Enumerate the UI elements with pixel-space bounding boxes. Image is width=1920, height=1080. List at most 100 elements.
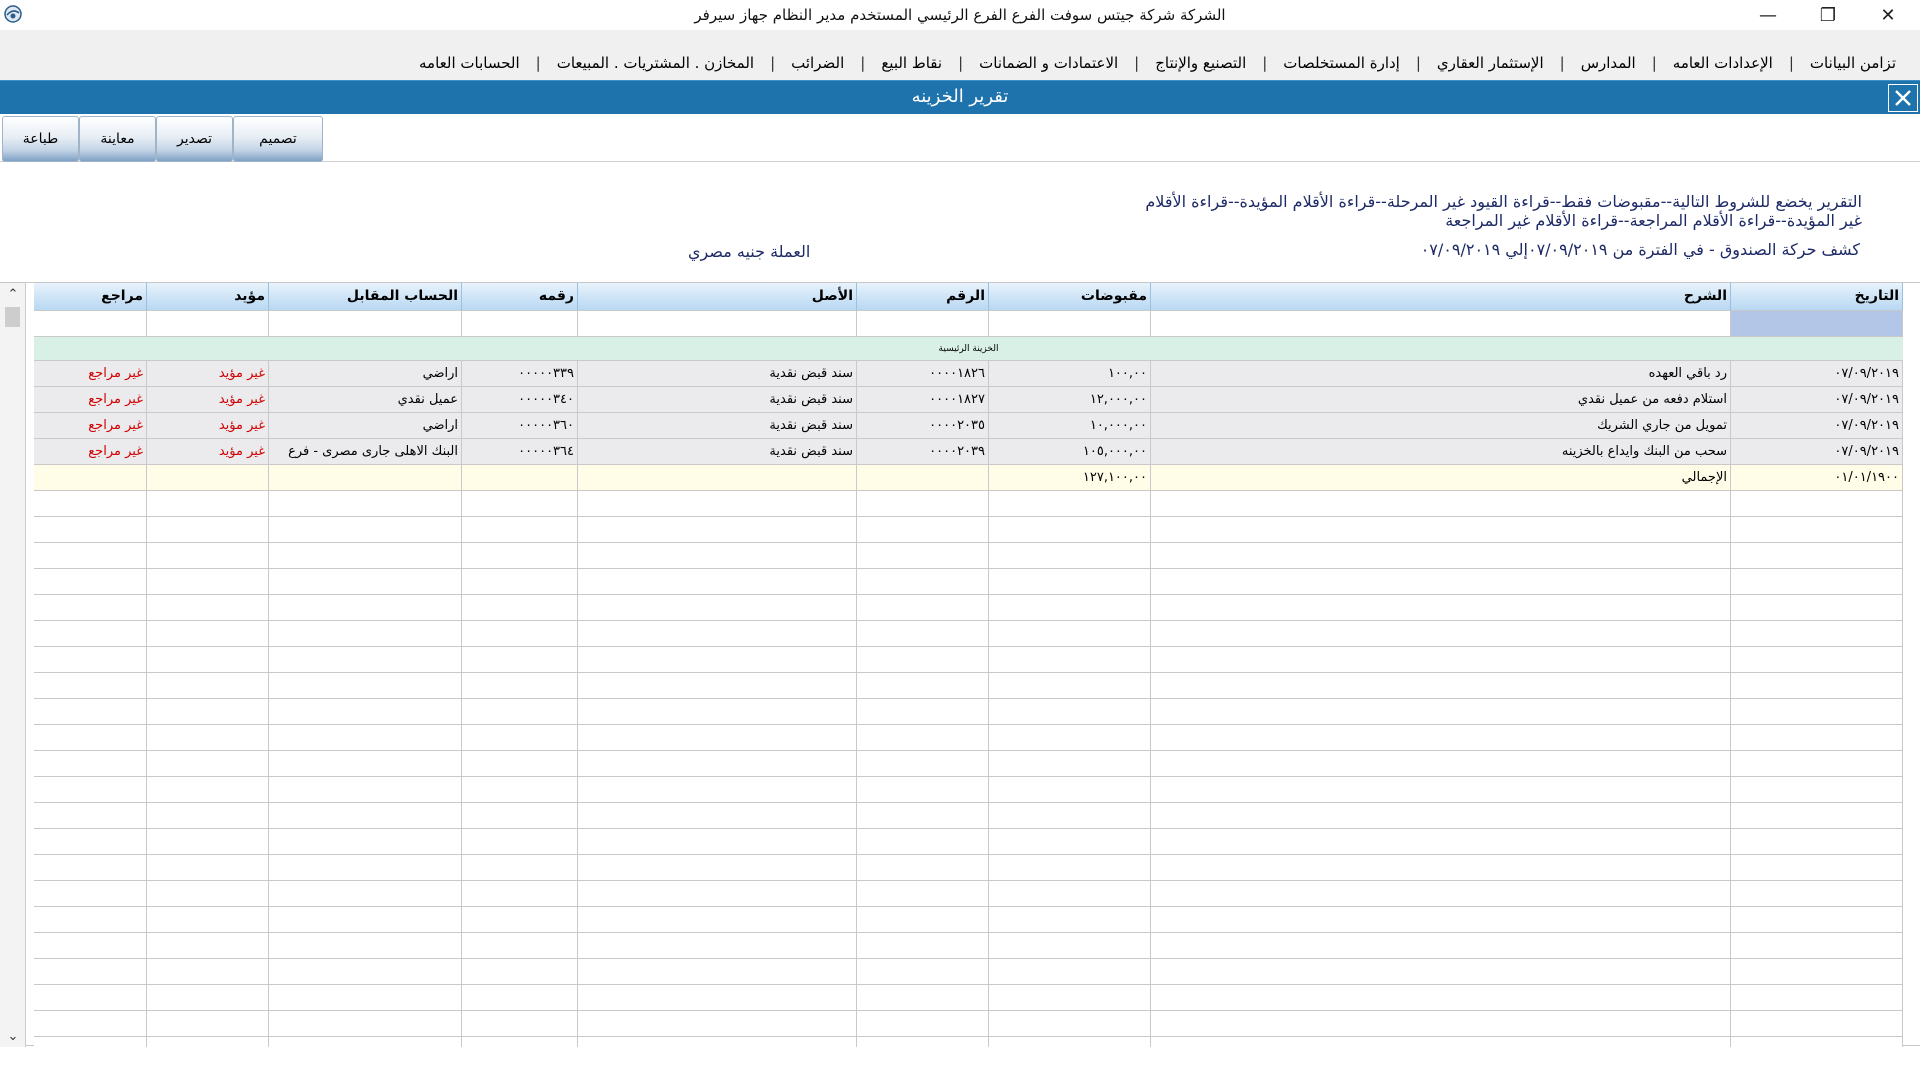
empty-cell: [578, 881, 857, 907]
empty-cell: [147, 517, 269, 543]
filter-cell-reviewed[interactable]: [34, 311, 147, 337]
menu-item-general-settings[interactable]: الإعدادات العامه: [1659, 54, 1787, 72]
empty-row[interactable]: [34, 855, 1903, 881]
table-row[interactable]: غير مراجع غير مؤيد اراضي ٠٠٠٠٠٣٦٠ سند قبض نق…: [34, 413, 1903, 439]
total-cell-counter-account: [269, 465, 462, 491]
empty-cell: [1731, 777, 1903, 803]
empty-row[interactable]: [34, 699, 1903, 725]
cell-reviewed: غير مراجع: [34, 387, 147, 413]
empty-cell: [1731, 881, 1903, 907]
filter-cell-description[interactable]: [1151, 311, 1731, 337]
empty-row[interactable]: [34, 985, 1903, 1011]
minimize-button[interactable]: —: [1740, 0, 1796, 30]
menu-item-pos[interactable]: نقاط البيع: [867, 54, 956, 72]
scroll-up-arrow-icon[interactable]: ⌃: [0, 283, 26, 305]
empty-cell: [1731, 491, 1903, 517]
empty-row[interactable]: [34, 1011, 1903, 1037]
empty-cell: [147, 543, 269, 569]
empty-row[interactable]: [34, 959, 1903, 985]
filter-cell-receipts[interactable]: [989, 311, 1151, 337]
filter-cell-date[interactable]: [1731, 311, 1903, 337]
empty-row[interactable]: [34, 829, 1903, 855]
empty-row[interactable]: [34, 569, 1903, 595]
cell-origin: سند قبض نقدية: [578, 413, 857, 439]
filter-cell-counter-account[interactable]: [269, 311, 462, 337]
menu-item-real-estate[interactable]: الإستثمار العقاري: [1423, 54, 1558, 72]
empty-row[interactable]: [34, 543, 1903, 569]
empty-cell: [34, 751, 147, 777]
empty-row[interactable]: [34, 803, 1903, 829]
empty-cell: [578, 907, 857, 933]
menu-item-inventory-purchases-sales[interactable]: المخازن . المشتريات . المبيعات: [543, 54, 768, 72]
empty-cell: [857, 803, 989, 829]
empty-cell: [1151, 595, 1731, 621]
empty-cell: [34, 985, 147, 1011]
empty-cell: [34, 647, 147, 673]
preview-button[interactable]: معاينة: [79, 116, 156, 162]
menu-item-extracts[interactable]: إدارة المستخلصات: [1269, 54, 1414, 72]
empty-cell: [34, 829, 147, 855]
empty-cell: [1731, 621, 1903, 647]
empty-row[interactable]: [34, 621, 1903, 647]
empty-cell: [1151, 881, 1731, 907]
empty-cell: [147, 1011, 269, 1037]
export-button[interactable]: تصدير: [156, 116, 233, 162]
empty-row[interactable]: [34, 907, 1903, 933]
menu-item-credits-guarantees[interactable]: الاعتمادات و الضمانات: [965, 54, 1132, 72]
empty-cell: [989, 1011, 1151, 1037]
empty-cell: [34, 881, 147, 907]
empty-cell: [34, 569, 147, 595]
empty-cell: [147, 829, 269, 855]
scroll-down-arrow-icon[interactable]: ⌄: [0, 1025, 26, 1047]
cell-reviewed: غير مراجع: [34, 361, 147, 387]
empty-cell: [1731, 543, 1903, 569]
empty-row[interactable]: [34, 881, 1903, 907]
menu-item-schools[interactable]: المدارس: [1567, 54, 1650, 72]
cell-date: ٠٧/٠٩/٢٠١٩: [1731, 387, 1903, 413]
cell-number: ٠٠٠٠٢٠٣٩: [857, 439, 989, 465]
total-row[interactable]: ١٢٧,١٠٠,٠٠ الإجمالي ٠١/٠١/١٩٠٠: [34, 465, 1903, 491]
empty-cell: [147, 1037, 269, 1047]
menu-separator: |: [958, 54, 964, 72]
filter-cell-number[interactable]: [857, 311, 989, 337]
empty-row[interactable]: [34, 751, 1903, 777]
menu-item-general-accounts[interactable]: الحسابات العامه: [405, 54, 534, 72]
window-close-button[interactable]: ✕: [1860, 0, 1916, 30]
empty-row[interactable]: [34, 647, 1903, 673]
empty-row[interactable]: [34, 1037, 1903, 1047]
table-row[interactable]: غير مراجع غير مؤيد البنك الاهلى جارى مصرى …: [34, 439, 1903, 465]
empty-row[interactable]: [34, 491, 1903, 517]
column-header-date: التاريخ: [1731, 283, 1903, 311]
window-title: الشركة شركة جيتس سوفت الفرع الفرع الرئيس…: [694, 6, 1226, 24]
menu-separator: |: [1262, 54, 1268, 72]
empty-row[interactable]: [34, 673, 1903, 699]
empty-cell: [857, 1011, 989, 1037]
report-close-button[interactable]: [1888, 84, 1918, 112]
empty-row[interactable]: [34, 725, 1903, 751]
cell-ref-no: ٠٠٠٠٠٣٦٤: [462, 439, 578, 465]
print-button[interactable]: طباعة: [2, 116, 79, 162]
scroll-thumb[interactable]: [5, 307, 20, 327]
empty-row[interactable]: [34, 517, 1903, 543]
empty-cell: [857, 1037, 989, 1047]
menu-item-data-sync[interactable]: تزامن البيانات: [1796, 54, 1910, 72]
empty-row[interactable]: [34, 777, 1903, 803]
table-row[interactable]: غير مراجع غير مؤيد عميل نقدي ٠٠٠٠٠٣٤٠ سند قب…: [34, 387, 1903, 413]
menu-separator: |: [1415, 54, 1421, 72]
vertical-scrollbar[interactable]: ⌃ ⌄: [0, 283, 26, 1047]
menu-item-taxes[interactable]: الضرائب: [777, 54, 858, 72]
table-header-row[interactable]: مراجع مؤيد الحساب المقابل رقمه الأصل الرقم مقب…: [34, 283, 1903, 311]
restore-button[interactable]: ❐: [1800, 0, 1856, 30]
empty-cell: [1151, 777, 1731, 803]
filter-cell-origin[interactable]: [578, 311, 857, 337]
filter-cell-ref-no[interactable]: [462, 311, 578, 337]
empty-row[interactable]: [34, 595, 1903, 621]
column-header-origin: الأصل: [578, 283, 857, 311]
design-button[interactable]: تصميم: [233, 116, 323, 162]
empty-row[interactable]: [34, 933, 1903, 959]
empty-cell: [857, 855, 989, 881]
filter-cell-approved[interactable]: [147, 311, 269, 337]
filter-row[interactable]: [34, 311, 1903, 337]
menu-item-manufacturing[interactable]: التصنيع والإنتاج: [1141, 54, 1260, 72]
table-row[interactable]: غير مراجع غير مؤيد اراضي ٠٠٠٠٠٣٣٩ سند قبض نق…: [34, 361, 1903, 387]
